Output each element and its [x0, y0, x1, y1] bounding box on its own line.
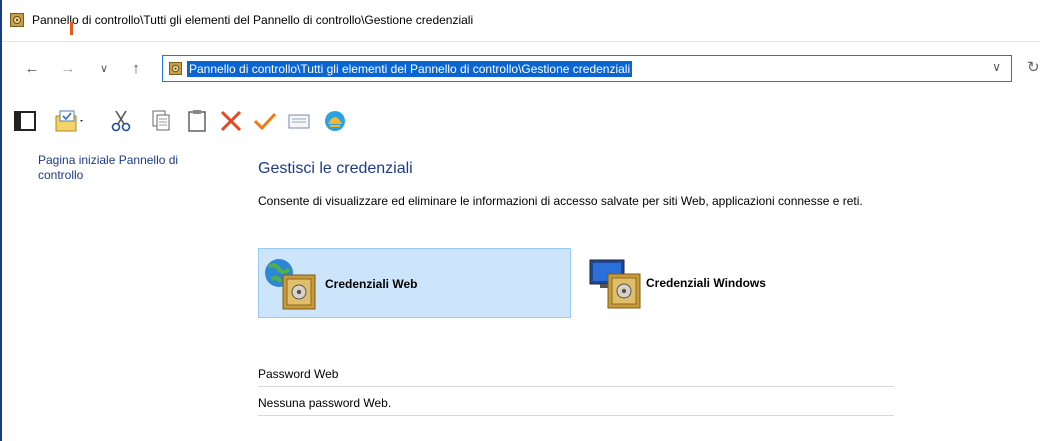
page-title: Gestisci le credenziali [258, 160, 413, 177]
credential-manager-icon [169, 62, 182, 75]
credential-manager-icon [10, 13, 24, 27]
windows-credentials-tile[interactable]: Credenziali Windows [582, 248, 895, 318]
web-credentials-tile[interactable]: Credenziali Web [258, 248, 571, 318]
toolbar [2, 100, 1040, 144]
web-credentials-icon [265, 259, 316, 310]
recent-locations-button[interactable]: ∨ [94, 59, 114, 79]
pane-toggle-icon[interactable] [12, 108, 38, 134]
text-cursor [70, 22, 73, 35]
list-item[interactable]: Password Web [258, 364, 894, 387]
copy-icon[interactable] [148, 108, 174, 134]
control-panel-home-link[interactable]: Pagina iniziale Pannello di controllo [38, 153, 208, 183]
windows-credentials-icon [589, 259, 641, 309]
web-passwords-list: Password Web Nessuna password Web. [258, 364, 894, 416]
back-button[interactable]: ← [22, 59, 42, 79]
paste-icon[interactable] [184, 108, 210, 134]
mail-icon[interactable] [286, 108, 312, 134]
checkmark-icon[interactable] [252, 108, 278, 134]
address-text[interactable]: Pannello di controllo\Tutti gli elementi… [187, 61, 633, 77]
refresh-button[interactable]: ↻ [1027, 58, 1040, 76]
cut-icon[interactable] [108, 108, 134, 134]
up-button[interactable]: ↑ [126, 59, 146, 79]
address-bar[interactable]: Pannello di controllo\Tutti gli elementi… [162, 55, 1012, 82]
windows-credentials-label: Credenziali Windows [646, 276, 766, 290]
window-title: Pannello di controllo\Tutti gli elementi… [32, 13, 474, 27]
page-description: Consente di visualizzare ed eliminare le… [258, 194, 863, 208]
navigation-bar: ← → ∨ ↑ Pannello di controllo\Tutti gli … [2, 42, 1040, 96]
title-bar: Pannello di controllo\Tutti gli elementi… [2, 0, 1040, 42]
properties-icon[interactable] [54, 108, 86, 134]
web-credentials-label: Credenziali Web [325, 277, 418, 291]
forward-button[interactable]: → [58, 59, 78, 79]
shell-icon[interactable] [322, 108, 348, 134]
address-dropdown-button[interactable]: ∨ [992, 60, 1001, 74]
delete-icon[interactable] [218, 108, 244, 134]
list-item: Nessuna password Web. [258, 393, 894, 416]
